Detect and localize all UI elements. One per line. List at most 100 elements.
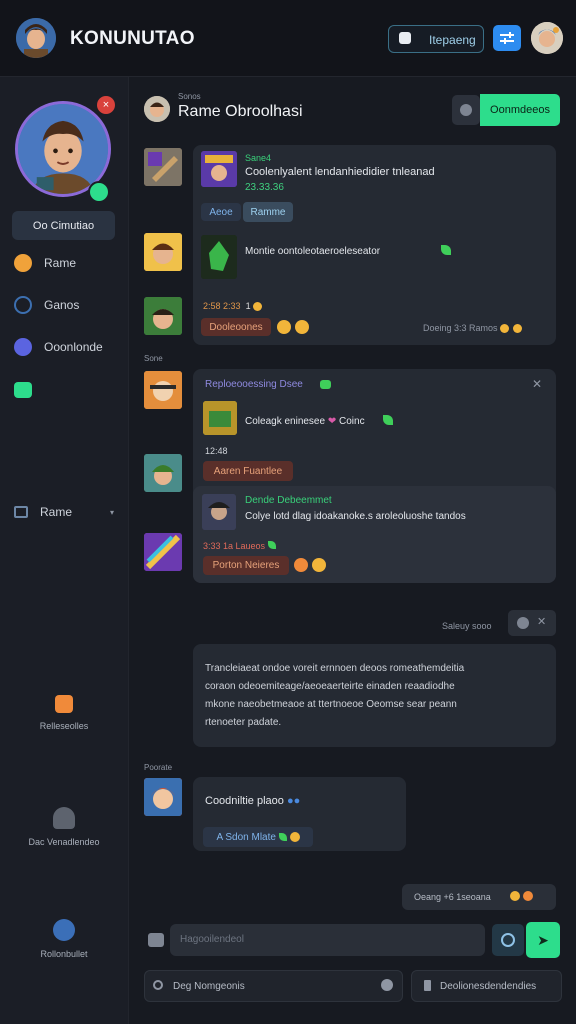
settings-button[interactable] (493, 25, 521, 51)
attach-icon[interactable] (148, 933, 164, 947)
ranger-icon (144, 454, 182, 492)
sidebar-item-active[interactable]: Oo Cimutiao (12, 211, 115, 240)
date-separator: Saleuy sooo (442, 621, 492, 631)
history-button[interactable] (452, 95, 480, 125)
thread-card: Sane4 Coolenlyalent lendanhiedidier tnle… (193, 145, 556, 345)
chevron-down-icon: ▾ (109, 507, 114, 517)
avatar-face-icon (16, 18, 56, 58)
emoji-icon (513, 324, 523, 334)
post-text: Coolenlyalent lendanhiedidier tnleanad (245, 166, 435, 178)
message-input-placeholder: Hagooilendeol (180, 934, 244, 945)
leaf-icon (441, 245, 451, 255)
bottom-left-label: Deg Nomgeonis (173, 981, 245, 992)
app-brand: KONUNUTAO (70, 28, 195, 49)
mode-pill[interactable]: Itepaeng (388, 25, 484, 53)
smile-icon (501, 933, 515, 947)
mode-pill-label: Itepaeng (429, 33, 476, 47)
reaction-icon[interactable] (294, 558, 308, 572)
post-text-b: Coinc (339, 416, 365, 427)
post-tag[interactable]: Dooleoones (201, 318, 271, 336)
coin-icon (14, 254, 32, 272)
post-tag[interactable]: Porton Neieres (203, 556, 289, 575)
kid-avatar-icon (144, 233, 182, 271)
globe-icon (14, 338, 32, 356)
bottom-left-action[interactable]: Deg Nomgeonis (144, 970, 403, 1002)
chat-area: Sonos Rame Obroolhasi Oonmdeeos Sane4 Co… (128, 77, 576, 1024)
leaf-icon (383, 415, 393, 425)
sidebar-section-label: Rame (40, 505, 73, 519)
sidebar-bottom-item[interactable]: Rollonbullet (0, 919, 128, 959)
leaf-icon (267, 541, 276, 549)
ghost-icon (53, 807, 75, 829)
bottom-right-label: Deolionesdendendies (440, 981, 537, 992)
sidebar-section-rame[interactable]: Rame ▾ (14, 505, 114, 519)
emoji-icon (289, 832, 300, 842)
sidebar: × Oo Cimutiao Rame Ganos Ooonlonde Rame … (0, 77, 129, 1024)
sidebar-item-ooonlonde[interactable]: Ooonlonde (14, 338, 103, 356)
profile-avatar[interactable] (531, 22, 563, 54)
bottom-item-label: Relleseolles (39, 721, 89, 731)
post-footer: Doeing 3:3 Ramos (423, 323, 523, 334)
online-badge (88, 181, 110, 203)
treasure-icon (203, 401, 237, 435)
post-username[interactable]: Sane4 (245, 153, 271, 163)
channel-avatar[interactable] (144, 96, 170, 122)
user-thumb[interactable] (144, 533, 182, 571)
reply-bubble: Coodniltie plaoo ●● A Sdon Mlate (193, 777, 406, 851)
message-line: coraon odeoemiteage/aeoeaerteirte einade… (205, 681, 455, 692)
bottom-right-action[interactable]: Deolionesdendendies (411, 970, 562, 1002)
emoji-icon (253, 302, 263, 312)
folder-icon (14, 506, 28, 518)
shuffle-icon (399, 32, 411, 44)
reaction-icon[interactable] (277, 320, 291, 334)
user-avatar[interactable] (16, 18, 56, 58)
post-tag[interactable]: Aaren Fuantlee (203, 461, 293, 481)
plant-creature-icon (201, 235, 237, 279)
post-tag[interactable]: Ramme (243, 202, 293, 222)
close-icon[interactable]: ✕ (532, 377, 542, 391)
user-thumb[interactable] (144, 454, 182, 492)
message-tools[interactable]: ✕ (508, 610, 556, 636)
message-line: mkone naeobetmeaoe at ttertnoeoe Oeomse … (205, 699, 457, 710)
user-thumb[interactable] (144, 371, 182, 409)
rogue-icon (202, 494, 236, 530)
game-icon (320, 380, 331, 389)
reaction-icon[interactable] (295, 320, 309, 334)
post-thumb[interactable] (203, 401, 237, 435)
emoji-button[interactable] (492, 924, 524, 956)
hero-portrait-icon (18, 104, 108, 194)
post-meta: 3:33 1a Laueos (203, 541, 276, 551)
reaction-icon[interactable] (312, 558, 326, 572)
info-icon (381, 979, 393, 991)
post-thumb[interactable] (202, 494, 236, 530)
reply-section-label: Poorate (144, 763, 173, 772)
close-badge[interactable]: × (97, 96, 115, 114)
bottom-item-label: Rollonbullet (40, 949, 88, 959)
primary-action-button[interactable]: Oonmdeeos (480, 94, 560, 126)
highlighted-post: Dende Debeemmet Colye lotd dlag idoakano… (193, 486, 556, 583)
send-button[interactable]: ➤ (526, 922, 560, 958)
emoji-icon (500, 324, 510, 334)
house-icon (55, 695, 73, 713)
user-thumb[interactable] (144, 233, 182, 271)
send-icon: ➤ (537, 931, 549, 948)
sidebar-item-robot[interactable] (14, 382, 32, 398)
reply-tag[interactable]: A Sdon Mlate (203, 827, 313, 847)
post-meta-time: 2:58 2:33 (203, 301, 241, 311)
post-tag[interactable]: Aeoe (201, 203, 241, 221)
user-thumb[interactable] (144, 297, 182, 335)
post-username[interactable]: Dende Debeemmet (245, 495, 332, 506)
user-thumb[interactable] (144, 778, 182, 816)
sidebar-item-ganos[interactable]: Ganos (14, 296, 79, 314)
post-text-a: Coleagk eninesee (245, 416, 326, 427)
sidebar-item-rame[interactable]: Rame (14, 254, 76, 272)
post-meta-text: 3:33 1a Laueos (203, 541, 266, 551)
post-thumb[interactable] (201, 235, 237, 279)
post-meta-count: 1 (245, 301, 251, 311)
sidebar-bottom-item[interactable]: Dac Venadlendeo (0, 807, 128, 847)
pirate-icon (144, 371, 182, 409)
message-input[interactable]: Hagooilendeol (170, 924, 485, 956)
user-thumb[interactable] (144, 148, 182, 186)
post-thumb[interactable] (201, 151, 237, 187)
sidebar-bottom-item[interactable]: Relleseolles (0, 695, 128, 731)
